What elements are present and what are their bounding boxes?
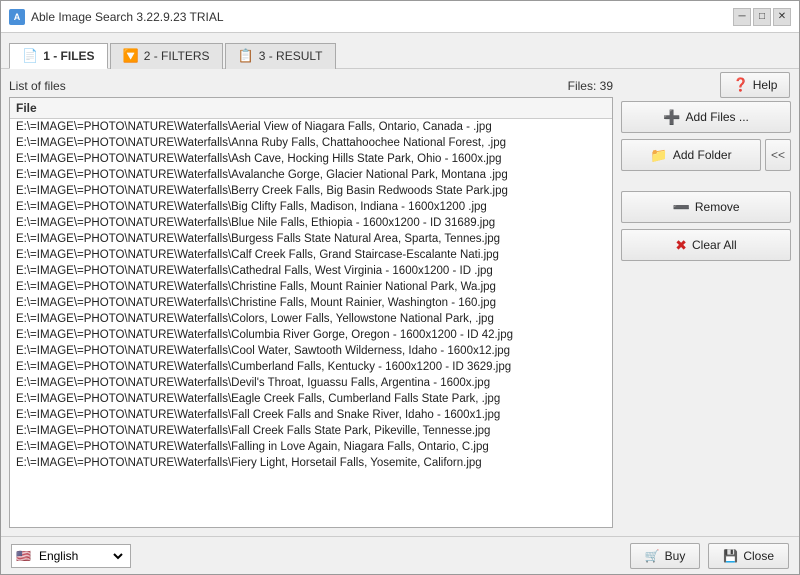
list-item[interactable]: E:\=IMAGE\=PHOTO\NATURE\Waterfalls\Burge… [10,231,612,247]
list-of-files-label: List of files [9,79,66,93]
clear-all-icon: ✖ [675,237,687,254]
list-item[interactable]: E:\=IMAGE\=PHOTO\NATURE\Waterfalls\Aeria… [10,119,612,135]
title-bar: A Able Image Search 3.22.9.23 TRIAL ─ □ … [1,1,799,33]
file-list-scroll[interactable]: E:\=IMAGE\=PHOTO\NATURE\Waterfalls\Aeria… [10,119,612,527]
list-item[interactable]: E:\=IMAGE\=PHOTO\NATURE\Waterfalls\Berry… [10,183,612,199]
list-item[interactable]: E:\=IMAGE\=PHOTO\NATURE\Waterfalls\Chris… [10,279,612,295]
tab-files[interactable]: 📄 1 - FILES [9,43,108,69]
list-item[interactable]: E:\=IMAGE\=PHOTO\NATURE\Waterfalls\Color… [10,311,612,327]
files-count-label: Files: 39 [568,79,613,93]
add-folder-icon: 📁 [650,147,667,164]
list-item[interactable]: E:\=IMAGE\=PHOTO\NATURE\Waterfalls\Blue … [10,215,612,231]
list-item[interactable]: E:\=IMAGE\=PHOTO\NATURE\Waterfalls\Anna … [10,135,612,151]
window-title: Able Image Search 3.22.9.23 TRIAL [31,10,224,24]
tab-result-label: 3 - RESULT [259,49,323,63]
tabs-help-row: 📄 1 - FILES 🔽 2 - FILTERS 📋 3 - RESULT ❓… [1,33,799,69]
list-item[interactable]: E:\=IMAGE\=PHOTO\NATURE\Waterfalls\Falli… [10,439,612,455]
tab-result[interactable]: 📋 3 - RESULT [225,43,336,69]
add-folder-label: Add Folder [673,148,732,162]
file-column-header: File [10,98,612,119]
btn-separator-1 [621,177,791,185]
list-item[interactable]: E:\=IMAGE\=PHOTO\NATURE\Waterfalls\Fall … [10,423,612,439]
main-window: A Able Image Search 3.22.9.23 TRIAL ─ □ … [0,0,800,575]
list-item[interactable]: E:\=IMAGE\=PHOTO\NATURE\Waterfalls\Ash C… [10,151,612,167]
clear-all-label: Clear All [692,238,737,252]
status-bar: 🇺🇸 English Deutsch Français Español 🛒 Bu… [1,536,799,574]
remove-icon: ➖ [672,199,689,216]
list-item[interactable]: E:\=IMAGE\=PHOTO\NATURE\Waterfalls\Calf … [10,247,612,263]
list-item[interactable]: E:\=IMAGE\=PHOTO\NATURE\Waterfalls\Colum… [10,327,612,343]
add-files-button[interactable]: ➕ Add Files ... [621,101,791,133]
right-panel: ➕ Add Files ... 📁 Add Folder << ➖ Remove… [621,77,791,528]
buy-button[interactable]: 🛒 Buy [630,543,701,569]
list-item[interactable]: E:\=IMAGE\=PHOTO\NATURE\Waterfalls\Fall … [10,407,612,423]
flag-icon: 🇺🇸 [16,549,31,563]
list-item[interactable]: E:\=IMAGE\=PHOTO\NATURE\Waterfalls\Avala… [10,167,612,183]
clear-all-button[interactable]: ✖ Clear All [621,229,791,261]
tab-filters[interactable]: 🔽 2 - FILTERS [110,43,223,69]
content-area: List of files Files: 39 File E:\=IMAGE\=… [1,69,799,536]
list-item[interactable]: E:\=IMAGE\=PHOTO\NATURE\Waterfalls\Cathe… [10,263,612,279]
filters-tab-icon: 🔽 [123,48,139,64]
close-label: Close [743,549,774,563]
tab-files-label: 1 - FILES [43,49,94,63]
list-item[interactable]: E:\=IMAGE\=PHOTO\NATURE\Waterfalls\Cool … [10,343,612,359]
list-item[interactable]: E:\=IMAGE\=PHOTO\NATURE\Waterfalls\Fiery… [10,455,612,471]
language-selector[interactable]: 🇺🇸 English Deutsch Français Español [11,544,131,568]
close-button[interactable]: 💾 Close [708,543,789,569]
window-close-button[interactable]: ✕ [773,8,791,26]
title-bar-left: A Able Image Search 3.22.9.23 TRIAL [9,9,224,25]
add-folder-row: 📁 Add Folder << [621,139,791,171]
result-tab-icon: 📋 [238,48,254,64]
remove-button[interactable]: ➖ Remove [621,191,791,223]
file-list-container: File E:\=IMAGE\=PHOTO\NATURE\Waterfalls\… [9,97,613,528]
help-icon: ❓ [733,77,749,93]
left-panel: List of files Files: 39 File E:\=IMAGE\=… [9,77,613,528]
minimize-button[interactable]: ─ [733,8,751,26]
list-item[interactable]: E:\=IMAGE\=PHOTO\NATURE\Waterfalls\Eagle… [10,391,612,407]
close-icon: 💾 [723,549,738,563]
add-files-icon: ➕ [663,109,680,126]
tabs-group: 📄 1 - FILES 🔽 2 - FILTERS 📋 3 - RESULT [9,33,336,69]
language-dropdown[interactable]: English Deutsch Français Español [35,548,126,564]
add-files-label: Add Files ... [686,110,749,124]
list-item[interactable]: E:\=IMAGE\=PHOTO\NATURE\Waterfalls\Chris… [10,295,612,311]
window-controls: ─ □ ✕ [733,8,791,26]
status-right-buttons: 🛒 Buy 💾 Close [630,543,789,569]
list-item[interactable]: E:\=IMAGE\=PHOTO\NATURE\Waterfalls\Big C… [10,199,612,215]
list-header: List of files Files: 39 [9,77,613,97]
buy-icon: 🛒 [645,549,660,563]
help-button-label: Help [753,78,778,92]
remove-label: Remove [695,200,740,214]
arrow-label: << [771,148,785,162]
help-button[interactable]: ❓ Help [720,72,790,98]
buy-label: Buy [665,549,686,563]
files-tab-icon: 📄 [22,48,38,64]
app-icon: A [9,9,25,25]
arrow-button[interactable]: << [765,139,791,171]
list-item[interactable]: E:\=IMAGE\=PHOTO\NATURE\Waterfalls\Devil… [10,375,612,391]
add-folder-button[interactable]: 📁 Add Folder [621,139,761,171]
maximize-button[interactable]: □ [753,8,771,26]
tab-filters-label: 2 - FILTERS [144,49,210,63]
list-item[interactable]: E:\=IMAGE\=PHOTO\NATURE\Waterfalls\Cumbe… [10,359,612,375]
